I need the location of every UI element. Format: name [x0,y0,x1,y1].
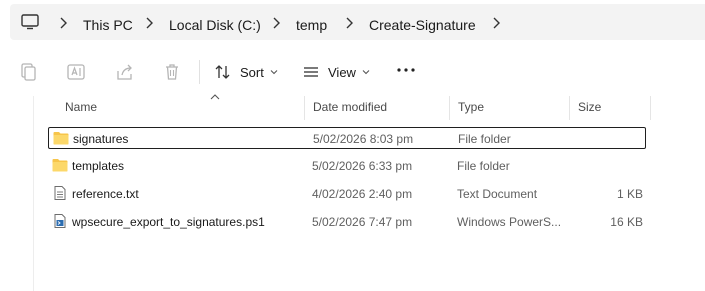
chevron-down-icon [362,70,370,75]
chevron-down-icon [270,70,278,75]
folder-icon [53,132,69,145]
powershell-file-icon [54,214,66,228]
file-type: File folder [458,132,511,146]
sort-icon [215,65,230,79]
breadcrumb-create-signature[interactable]: Create-Signature [369,17,476,33]
table-row[interactable]: reference.txt 4/02/2026 2:40 pm Text Doc… [48,183,646,205]
table-row[interactable]: signatures 5/02/2026 8:03 pm File folder [48,127,646,149]
view-button[interactable]: View [302,60,370,84]
file-date: 5/02/2026 6:33 pm [312,159,413,173]
chevron-right-icon[interactable] [344,16,354,30]
file-name: templates [72,159,125,173]
chevron-right-icon[interactable] [491,16,501,30]
toolbar-divider [199,60,200,84]
folder-icon [52,159,68,172]
column-divider[interactable] [304,96,305,120]
file-type: Windows PowerS... [457,215,562,229]
sort-button[interactable]: Sort [214,60,278,84]
chevron-right-icon[interactable] [58,16,68,30]
table-row[interactable]: templates 5/02/2026 6:33 pm File folder [48,155,646,177]
this-pc-icon[interactable] [21,14,39,30]
copy-icon[interactable] [18,62,38,82]
more-options-icon[interactable] [396,66,416,74]
file-size: 1 KB [616,187,643,201]
breadcrumb-temp[interactable]: temp [296,17,327,33]
column-divider[interactable] [449,96,450,120]
chevron-right-icon[interactable] [144,16,154,30]
file-date: 5/02/2026 8:03 pm [313,132,414,146]
column-divider[interactable] [569,96,570,120]
view-label: View [328,64,356,80]
view-list-icon [304,67,318,77]
column-header-name[interactable]: Name [65,100,97,114]
sort-ascending-icon [210,94,220,100]
text-file-icon [54,186,66,200]
file-type: File folder [457,159,510,173]
sort-label: Sort [240,64,264,80]
column-header-date-modified[interactable]: Date modified [313,100,387,114]
file-size: 16 KB [610,215,643,229]
column-header-type[interactable]: Type [458,100,484,114]
address-bar-area: This PC Local Disk (C:) temp Create-Sign… [0,0,705,44]
chevron-right-icon[interactable] [271,16,281,30]
file-date: 4/02/2026 2:40 pm [312,187,413,201]
breadcrumb-local-disk[interactable]: Local Disk (C:) [169,17,261,33]
rename-icon[interactable] [66,62,86,82]
share-icon[interactable] [115,62,135,82]
column-divider[interactable] [650,96,651,120]
file-list-pane: Name Date modified Type Size signatures … [0,94,705,291]
breadcrumb-this-pc[interactable]: This PC [83,17,133,33]
delete-icon[interactable] [162,62,182,82]
command-bar: Sort View [0,48,705,96]
file-name: wpsecure_export_to_signatures.ps1 [72,215,265,229]
file-type: Text Document [457,187,538,201]
file-name: signatures [73,132,129,146]
column-header-row: Name Date modified Type Size [34,94,705,120]
column-header-size[interactable]: Size [578,100,601,114]
file-name: reference.txt [72,187,139,201]
address-bar[interactable]: This PC Local Disk (C:) temp Create-Sign… [10,4,705,40]
navigation-pane[interactable] [0,96,34,291]
table-row[interactable]: wpsecure_export_to_signatures.ps1 5/02/2… [48,211,646,233]
file-date: 5/02/2026 7:47 pm [312,215,413,229]
